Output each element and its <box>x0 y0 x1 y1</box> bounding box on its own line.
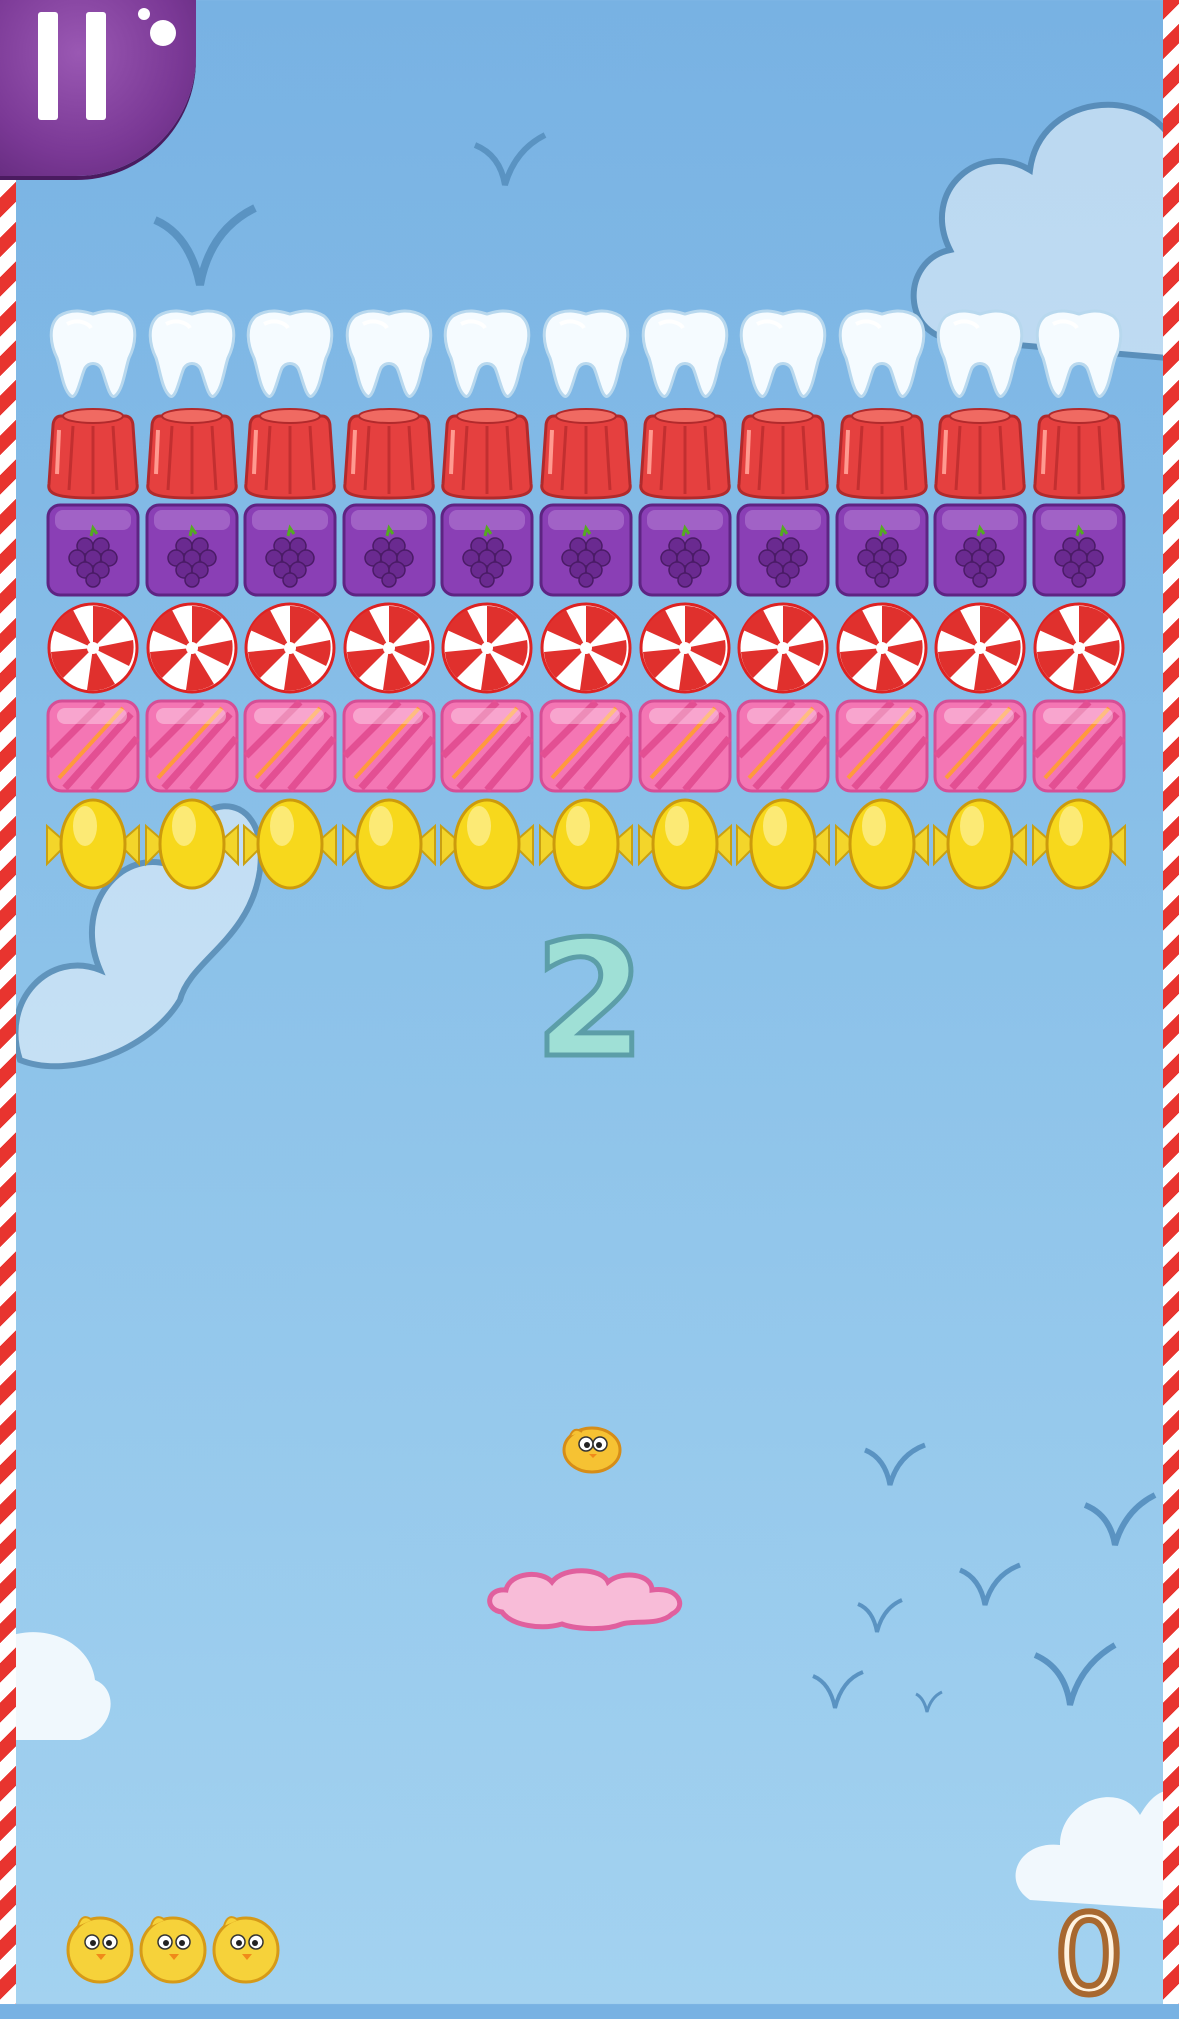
bird-icon <box>1033 1642 1117 1706</box>
peppermint-swirl-brick <box>343 602 435 694</box>
pink-striped-candy-brick <box>440 699 535 793</box>
red-jelly-brick <box>540 408 632 500</box>
purple-berry-candy-brick <box>243 503 337 597</box>
background-cloud-icon <box>0 1632 111 1740</box>
red-jelly-brick <box>737 408 829 500</box>
purple-berry-candy-brick <box>145 503 239 597</box>
yellow-wrapped-candy-brick <box>144 798 239 890</box>
pink-striped-candy-brick <box>1032 699 1126 793</box>
pink-striped-candy-brick <box>736 699 830 793</box>
yellow-wrapped-candy-brick <box>736 798 831 890</box>
pause-icon <box>86 12 106 120</box>
peppermint-swirl-brick <box>146 602 238 694</box>
red-jelly-brick <box>47 408 139 500</box>
red-jelly-brick <box>145 408 238 500</box>
bird-icon <box>1083 1492 1157 1546</box>
purple-berry-candy-brick <box>440 503 534 597</box>
yellow-wrapped-candy-brick <box>539 798 633 890</box>
brick-row-tooth <box>45 306 1131 404</box>
red-jelly-brick <box>638 408 731 500</box>
bird-icon <box>863 1442 926 1486</box>
bird-icon <box>473 132 547 186</box>
brick-row-pink-striped-candy <box>45 698 1131 796</box>
purple-berry-candy-brick <box>933 503 1027 597</box>
yellow-wrapped-candy-brick <box>933 798 1028 890</box>
peppermint-swirl-brick <box>244 602 336 694</box>
red-jelly-brick <box>244 408 336 500</box>
peppermint-swirl-brick <box>737 602 829 694</box>
tooth-brick <box>641 309 728 398</box>
tooth-brick <box>444 309 531 398</box>
score-display: 0 <box>1051 1891 1127 2019</box>
tooth-brick <box>49 309 137 398</box>
pause-button[interactable] <box>0 0 196 176</box>
peppermint-swirl-brick <box>1033 602 1125 694</box>
brick-row-yellow-wrapped-candy <box>45 796 1131 894</box>
peppermint-swirl-brick <box>47 602 139 694</box>
tooth-brick <box>542 309 630 398</box>
bird-icon <box>857 1598 903 1633</box>
red-jelly-brick <box>1033 408 1125 500</box>
pink-striped-candy-brick <box>933 699 1028 793</box>
tooth-brick <box>1035 309 1123 398</box>
purple-berry-candy-brick <box>342 503 436 597</box>
purple-berry-candy-brick <box>46 503 140 597</box>
pink-striped-candy-brick <box>835 699 929 793</box>
peppermint-swirl-brick <box>441 602 533 694</box>
yellow-wrapped-candy-brick <box>341 798 436 890</box>
brick-row-red-jelly <box>45 404 1131 502</box>
purple-berry-candy-brick <box>638 503 732 597</box>
pink-striped-candy-brick <box>539 699 633 793</box>
pink-striped-candy-brick <box>46 699 140 793</box>
tooth-brick <box>148 309 235 398</box>
tooth-brick <box>739 309 827 398</box>
yellow-wrapped-candy-brick <box>46 798 140 890</box>
yellow-wrapped-candy-brick <box>243 798 338 890</box>
purple-berry-candy-brick <box>835 503 929 597</box>
peppermint-swirl-brick <box>540 602 632 694</box>
tooth-brick <box>246 309 334 398</box>
purple-berry-candy-brick <box>1032 503 1126 597</box>
peppermint-swirl-brick <box>836 602 928 694</box>
red-jelly-brick <box>343 408 435 500</box>
background-cloud-icon <box>1015 1790 1179 1910</box>
red-jelly-brick <box>441 408 534 500</box>
brick-row-peppermint-swirl <box>45 600 1131 698</box>
level-number: 2 <box>532 906 648 1093</box>
bird-icon <box>153 204 257 286</box>
tooth-brick <box>937 309 1024 398</box>
pink-striped-candy-brick <box>638 699 732 793</box>
pink-striped-candy-brick <box>342 699 436 793</box>
bird-icon <box>812 1670 864 1709</box>
bird-icon <box>915 1690 943 1713</box>
pink-striped-candy-brick <box>145 699 239 793</box>
ball-chick-icon <box>562 1426 622 1474</box>
yellow-wrapped-candy-brick <box>1032 798 1126 890</box>
peppermint-swirl-brick <box>639 602 731 694</box>
peppermint-swirl-brick <box>934 602 1026 694</box>
tooth-brick <box>345 309 433 398</box>
red-jelly-brick <box>836 408 928 500</box>
paddle-cloud-icon[interactable] <box>482 1562 690 1632</box>
tooth-brick <box>838 309 926 398</box>
pause-icon <box>38 12 58 120</box>
red-jelly-brick <box>934 408 1027 500</box>
brick-row-purple-berry-candy <box>45 502 1131 600</box>
yellow-wrapped-candy-brick <box>440 798 535 890</box>
yellow-wrapped-candy-brick <box>834 798 929 890</box>
life-chick-icon <box>66 1916 134 1984</box>
bubble-decoration <box>138 8 150 20</box>
right-wall <box>1163 0 1179 2004</box>
purple-berry-candy-brick <box>736 503 830 597</box>
bubble-decoration <box>150 20 176 46</box>
life-chick-icon <box>212 1916 280 1984</box>
pink-striped-candy-brick <box>243 699 337 793</box>
left-wall <box>0 0 16 2004</box>
bird-icon <box>958 1562 1021 1606</box>
purple-berry-candy-brick <box>539 503 633 597</box>
yellow-wrapped-candy-brick <box>637 798 732 890</box>
life-chick-icon <box>139 1916 207 1984</box>
lives-indicator <box>64 1908 294 1988</box>
